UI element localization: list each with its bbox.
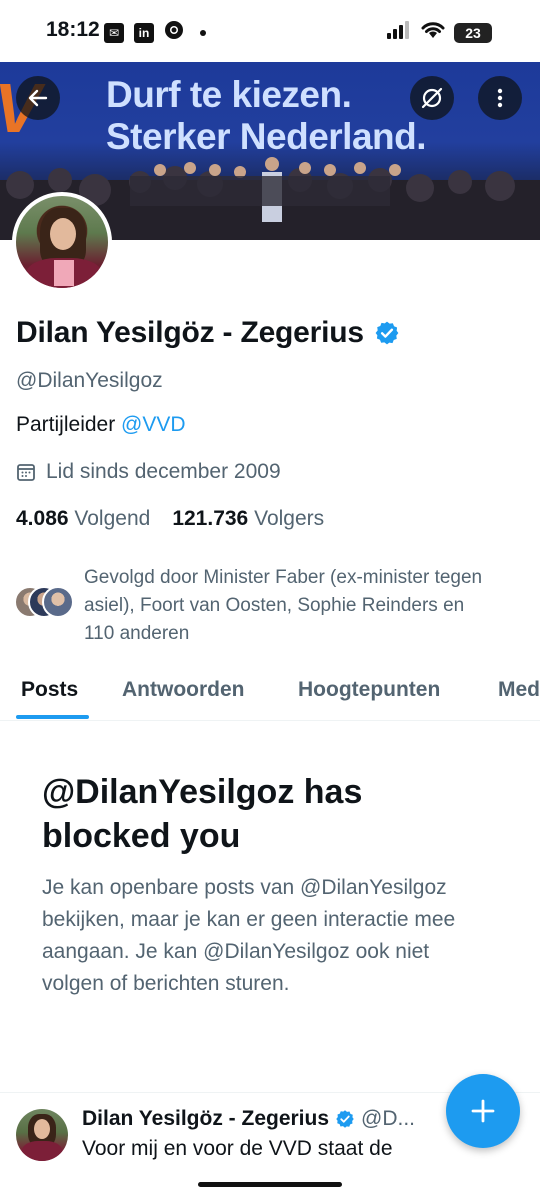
following-count: 4.086 — [16, 507, 69, 530]
profile-stats: 4.086 Volgend 121.736 Volgers — [16, 507, 324, 531]
notification-app-icon: ✉ — [104, 22, 124, 43]
signal-icon — [386, 20, 412, 45]
following-link[interactable]: 4.086 Volgend — [16, 507, 150, 531]
blocked-title: @DilanYesilgoz has blocked you — [42, 773, 363, 855]
profile-name-row: Dilan Yesilgöz - Zegerius — [16, 316, 400, 350]
chrome-icon — [164, 20, 184, 45]
avatar-face — [34, 1119, 50, 1139]
post-author-handle: @D... — [361, 1107, 416, 1130]
grok-icon — [421, 87, 443, 109]
avatar-body — [22, 1141, 62, 1161]
linkedin-icon: in — [134, 22, 154, 43]
verified-badge-icon[interactable] — [374, 320, 400, 346]
post-author-name: Dilan Yesilgöz - Zegerius — [82, 1107, 330, 1130]
back-button[interactable] — [16, 76, 60, 120]
followers-link[interactable]: 121.736 Volgers — [172, 507, 324, 531]
verified-badge-icon — [336, 1110, 354, 1128]
more-vertical-icon — [497, 88, 503, 108]
profile-tabs: Posts Antwoorden Hoogtepunten Media — [0, 668, 540, 721]
home-indicator[interactable] — [198, 1182, 342, 1187]
profile-joined: Lid sinds december 2009 — [16, 460, 281, 484]
post-text: Voor mij en voor de VVD staat de — [82, 1137, 393, 1160]
profile-bio: Partijleider @VVD — [16, 413, 186, 437]
tab-replies[interactable]: Antwoorden — [122, 678, 244, 702]
grok-button[interactable] — [410, 76, 454, 120]
follower-avatars — [14, 586, 74, 622]
bio-text: Partijleider — [16, 413, 122, 436]
blocked-description: Je kan openbare posts van @DilanYesilgoz… — [42, 876, 456, 995]
status-app-icons: ✉ in — [104, 20, 206, 45]
more-notifications-dot — [200, 29, 206, 36]
status-bar: 18:12 ✉ in 23 — [0, 0, 540, 62]
bio-mention-link[interactable]: @VVD — [121, 413, 186, 436]
followers-count: 121.736 — [172, 507, 249, 530]
followers-label: Volgers — [254, 507, 325, 530]
compose-post-button[interactable] — [446, 1074, 520, 1148]
active-tab-indicator — [16, 715, 89, 719]
followed-by[interactable]: Gevolgd door Minister Faber (ex-minister… — [14, 564, 494, 648]
status-right: 23 — [386, 20, 492, 45]
profile-avatar[interactable] — [12, 192, 112, 292]
avatar-shirt — [54, 260, 74, 286]
tab-posts[interactable]: Posts — [21, 678, 78, 702]
tab-media[interactable]: Media — [498, 678, 540, 702]
avatar-face — [50, 218, 76, 250]
joined-date: Lid sinds december 2009 — [46, 460, 281, 483]
post-header: Dilan Yesilgöz - Zegerius @D... — [82, 1107, 415, 1131]
more-options-button[interactable] — [478, 76, 522, 120]
profile-display-name: Dilan Yesilgöz - Zegerius — [16, 316, 364, 349]
followed-by-text: Gevolgd door Minister Faber (ex-minister… — [84, 567, 483, 644]
follower-avatar — [42, 586, 74, 618]
plus-icon — [471, 1099, 495, 1123]
arrow-left-icon — [28, 89, 48, 107]
banner-slogan-line1: Durf te kiezen. — [106, 74, 352, 115]
post-avatar[interactable] — [16, 1109, 68, 1161]
status-time: 18:12 — [46, 18, 100, 41]
following-label: Volgend — [74, 507, 151, 530]
calendar-icon — [17, 464, 35, 481]
tab-highlights[interactable]: Hoogtepunten — [298, 678, 440, 702]
battery-icon: 23 — [454, 22, 492, 43]
wifi-icon — [420, 20, 446, 45]
profile-handle: @DilanYesilgoz — [16, 369, 163, 392]
